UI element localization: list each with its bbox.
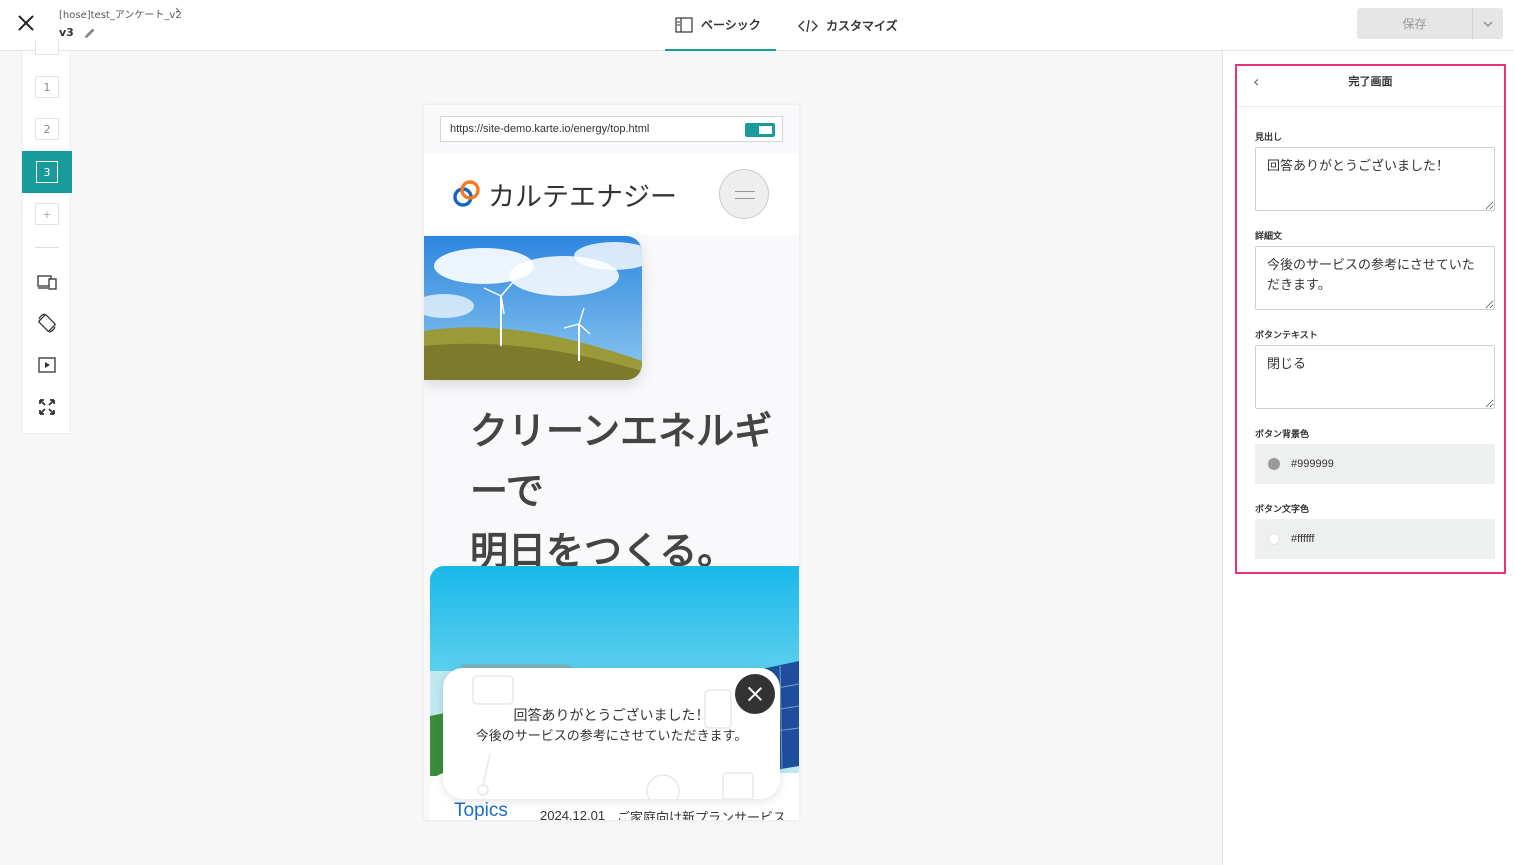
code-icon [798,19,818,32]
tab-customize-label: カスタマイズ [826,19,898,33]
headline-line-2: ーで [470,469,544,513]
popup-detail: 今後のサービスの参考にさせていただきます。 [475,729,748,744]
detail-label: 詳細文 [1255,232,1283,242]
step-partial[interactable] [35,41,59,55]
left-toolbar: 1 2 3 + [21,41,72,434]
topics-news-link[interactable]: ご家庭向け新プランサービス [617,807,786,820]
save-dropdown-button[interactable] [1472,8,1503,39]
chevron-down-icon [1483,21,1493,27]
version-label: v3 [59,26,74,39]
pencil-icon[interactable] [84,27,96,39]
button-text-label: ボタンテキスト [1255,331,1318,341]
panel-title: 完了画面 [1348,75,1393,88]
close-icon[interactable] [14,11,38,35]
topics-title[interactable]: Topics [454,800,508,820]
url-toggle[interactable] [745,123,775,137]
brand-logo [453,180,480,207]
step-3-active[interactable]: 3 [22,151,72,193]
device-switch-icon[interactable] [37,272,57,292]
fullscreen-icon[interactable] [37,397,57,417]
popup-close-button[interactable] [735,674,775,714]
button-bg-color-label: ボタン背景色 [1255,430,1310,440]
rotate-device-icon[interactable] [37,313,57,333]
wind-turbine-image [424,236,642,380]
settings-panel: ‹ 完了画面 見出し 回答ありがとうございました！ 詳細文 今後のサービスの参考… [1222,51,1514,865]
divider [35,247,59,248]
phone-preview: https://site-demo.karte.io/energy/top.ht… [424,105,799,820]
headline-line-1: クリーンエネルギ [470,409,773,453]
tab-customize[interactable]: カスタマイズ [798,0,908,51]
add-step-button[interactable]: + [35,203,59,225]
button-fg-color-picker[interactable]: #ffffff [1255,519,1495,559]
site-header: カルテエナジー [424,153,799,235]
button-bg-color-picker[interactable]: #999999 [1255,444,1495,484]
panel-header: ‹ 完了画面 [1237,66,1504,107]
detail-textarea[interactable]: 今後のサービスの参考にさせていただきます。 [1255,246,1495,310]
preview-url-bar[interactable]: https://site-demo.karte.io/energy/top.ht… [440,116,783,142]
button-fg-color-label: ボタン文字色 [1255,505,1310,515]
project-name[interactable]: [hose]test_アンケート_v2 [59,6,182,21]
button-text-textarea[interactable]: 閉じる [1255,345,1495,409]
topics-date: 2024.12.01 [540,808,606,820]
tab-basic-label: ベーシック [701,18,761,32]
play-preview-icon[interactable] [37,355,57,375]
layout-icon [675,16,693,33]
chevron-right-icon[interactable]: › [175,3,180,17]
top-bar: [hose]test_アンケート_v2 › v3 ベーシック カスタマイズ 保存 [0,0,1514,51]
button-fg-color-value: #ffffff [1291,533,1315,545]
survey-complete-popup: 回答ありがとうございました！ 今後のサービスの参考にさせていただきます。 [443,668,780,799]
tab-basic[interactable]: ベーシック [665,0,776,51]
hero-headline: クリーンエネルギ ーで 明日をつくる。 [470,401,799,581]
save-button[interactable]: 保存 [1357,8,1472,39]
step-1[interactable]: 1 [35,76,59,98]
heading-textarea[interactable]: 回答ありがとうございました！ [1255,147,1495,211]
heading-label: 見出し [1255,133,1283,143]
step-2[interactable]: 2 [35,118,59,140]
hamburger-menu-button[interactable] [719,169,769,219]
color-swatch-fg [1268,533,1280,545]
button-bg-color-value: #999999 [1291,458,1334,470]
step-3-label: 3 [36,161,58,183]
brand-name: カルテエナジー [488,182,677,213]
color-swatch-bg [1268,458,1280,470]
completion-screen-settings: ‹ 完了画面 見出し 回答ありがとうございました！ 詳細文 今後のサービスの参考… [1235,64,1506,574]
preview-url: https://site-demo.karte.io/energy/top.ht… [450,123,650,135]
popup-heading: 回答ありがとうございました！ [513,708,710,724]
